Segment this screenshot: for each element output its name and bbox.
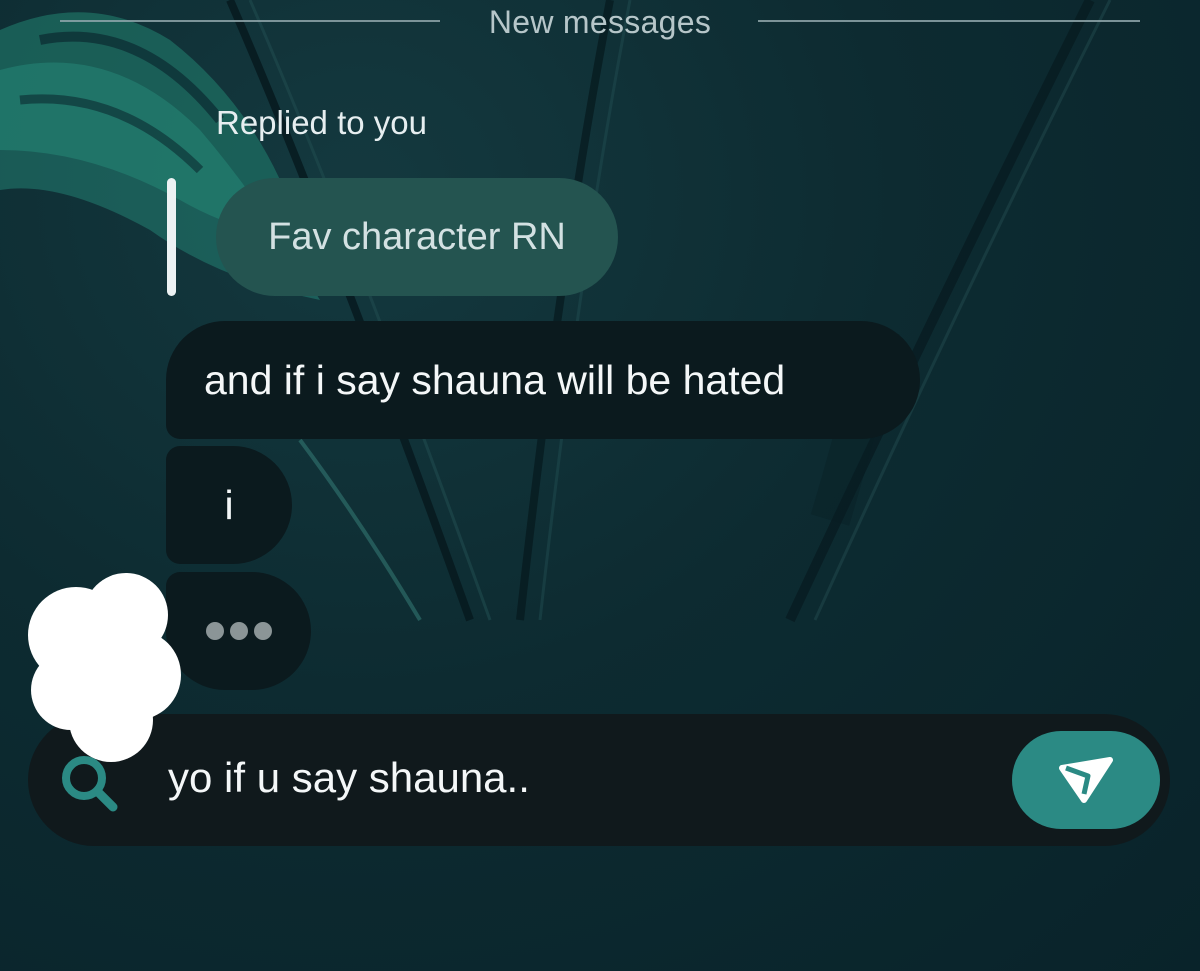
send-button[interactable] (1012, 731, 1160, 829)
typing-dot (229, 622, 248, 640)
typing-dot (253, 622, 272, 640)
quoted-message-bubble[interactable]: Fav character RN (216, 178, 618, 296)
send-icon (1059, 757, 1113, 803)
divider-line-right (758, 20, 1140, 22)
message-text: i (224, 481, 234, 528)
reply-quote-bar (167, 178, 176, 296)
quoted-message-text: Fav character RN (268, 215, 566, 258)
message-bubble[interactable]: i (166, 446, 292, 564)
message-text: and if i say shauna will be hated (204, 356, 786, 403)
new-messages-divider: New messages (488, 4, 712, 40)
typing-indicator (166, 572, 311, 690)
divider-line-left (60, 20, 440, 22)
replied-to-you-label: Replied to you (216, 104, 427, 141)
avatar (28, 573, 181, 762)
message-input[interactable]: yo if u say shauna.. (168, 754, 530, 802)
message-bubble[interactable]: and if i say shauna will be hated (166, 321, 920, 439)
typing-dot (205, 622, 224, 640)
